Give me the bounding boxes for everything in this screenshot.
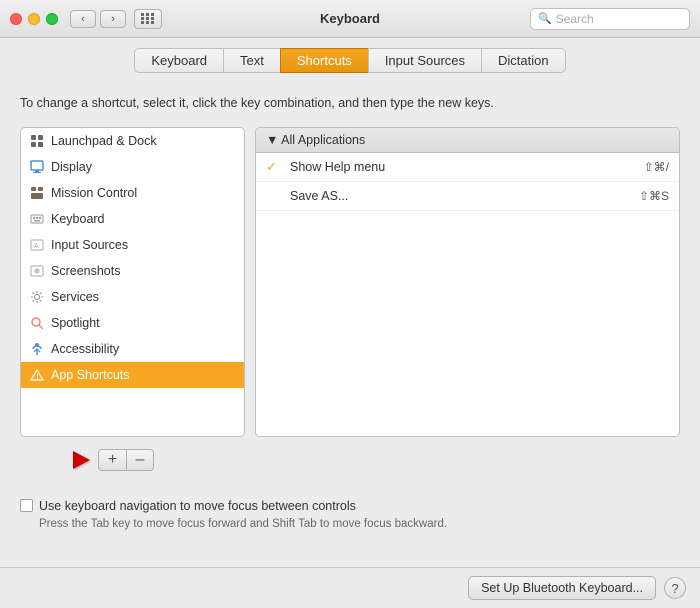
sidebar-item-app-shortcuts[interactable]: ! App Shortcuts bbox=[21, 362, 244, 388]
sidebar-label-services: Services bbox=[51, 290, 99, 304]
sidebar-item-spotlight[interactable]: Spotlight bbox=[21, 310, 244, 336]
sidebar-label-spotlight: Spotlight bbox=[51, 316, 100, 330]
help-button[interactable]: ? bbox=[664, 577, 686, 599]
search-placeholder: Search bbox=[556, 12, 594, 26]
shortcut-key-save-as: ⇧⌘S bbox=[639, 189, 669, 203]
shortcut-row-show-help[interactable]: ✓ Show Help menu ⇧⌘/ bbox=[256, 153, 679, 182]
search-box[interactable]: 🔍 Search bbox=[530, 8, 690, 30]
back-button[interactable]: ‹ bbox=[70, 10, 96, 28]
instruction-text: To change a shortcut, select it, click t… bbox=[20, 95, 680, 113]
sidebar-label-launchpad: Launchpad & Dock bbox=[51, 134, 157, 148]
helper-text: Press the Tab key to move focus forward … bbox=[39, 518, 680, 530]
maximize-button[interactable] bbox=[46, 13, 58, 25]
sidebar-item-keyboard[interactable]: Keyboard bbox=[21, 206, 244, 232]
bottom-bar: Set Up Bluetooth Keyboard... ? bbox=[0, 567, 700, 608]
keyboard-icon bbox=[29, 211, 45, 227]
minimize-button[interactable] bbox=[28, 13, 40, 25]
shortcut-label-save-as: Save AS... bbox=[290, 189, 639, 203]
sidebar-label-display: Display bbox=[51, 160, 92, 174]
sidebar-item-screenshots[interactable]: Screenshots bbox=[21, 258, 244, 284]
svg-text:!: ! bbox=[36, 374, 38, 381]
tab-shortcuts[interactable]: Shortcuts bbox=[280, 48, 368, 73]
warning-icon: ! bbox=[29, 367, 45, 383]
nav-buttons: ‹ › bbox=[70, 10, 126, 28]
grid-icon bbox=[29, 133, 45, 149]
search-icon: 🔍 bbox=[538, 12, 552, 25]
shortcut-key-show-help: ⇧⌘/ bbox=[644, 160, 669, 174]
accessibility-icon bbox=[29, 341, 45, 357]
tabbar: Keyboard Text Shortcuts Input Sources Di… bbox=[0, 38, 700, 81]
add-remove-buttons: + – bbox=[98, 449, 154, 471]
sidebar-label-app-shortcuts: App Shortcuts bbox=[51, 368, 130, 382]
bluetooth-button[interactable]: Set Up Bluetooth Keyboard... bbox=[468, 576, 656, 600]
tab-input-sources[interactable]: Input Sources bbox=[368, 48, 481, 73]
bottom-controls: + – bbox=[20, 445, 680, 475]
checkbox-row: Use keyboard navigation to move focus be… bbox=[20, 499, 680, 513]
footer: Use keyboard navigation to move focus be… bbox=[0, 485, 700, 540]
checkbox-label: Use keyboard navigation to move focus be… bbox=[39, 499, 356, 513]
tab-keyboard[interactable]: Keyboard bbox=[134, 48, 223, 73]
check-show-help: ✓ bbox=[266, 159, 282, 175]
red-arrow-icon bbox=[28, 445, 98, 475]
close-button[interactable] bbox=[10, 13, 22, 25]
grid-button[interactable] bbox=[134, 9, 162, 29]
sidebar-item-services[interactable]: Services bbox=[21, 284, 244, 310]
shortcut-label-show-help: Show Help menu bbox=[290, 160, 644, 174]
content-area: To change a shortcut, select it, click t… bbox=[0, 81, 700, 485]
tab-dictation[interactable]: Dictation bbox=[481, 48, 566, 73]
sidebar-label-screenshots: Screenshots bbox=[51, 264, 120, 278]
svg-text:A: A bbox=[34, 243, 39, 250]
titlebar: ‹ › Keyboard 🔍 Search bbox=[0, 0, 700, 38]
sidebar-item-input-sources[interactable]: A Input Sources bbox=[21, 232, 244, 258]
all-apps-header[interactable]: ▼ All Applications bbox=[256, 128, 679, 153]
main-panel: Launchpad & Dock Display bbox=[20, 127, 680, 437]
forward-button[interactable]: › bbox=[100, 10, 126, 28]
sidebar-label-accessibility: Accessibility bbox=[51, 342, 119, 356]
check-save-as: ✓ bbox=[266, 188, 282, 204]
input-icon: A bbox=[29, 237, 45, 253]
remove-shortcut-button[interactable]: – bbox=[126, 449, 154, 471]
keyboard-nav-checkbox[interactable] bbox=[20, 499, 33, 512]
shortcut-row-save-as[interactable]: ✓ Save AS... ⇧⌘S bbox=[256, 182, 679, 211]
sidebar-label-mission-control: Mission Control bbox=[51, 186, 137, 200]
window-title: Keyboard bbox=[320, 11, 380, 26]
right-panel: ▼ All Applications ✓ Show Help menu ⇧⌘/ … bbox=[255, 127, 680, 437]
sidebar-item-display[interactable]: Display bbox=[21, 154, 244, 180]
sidebar-label-input-sources: Input Sources bbox=[51, 238, 128, 252]
screenshot-icon bbox=[29, 263, 45, 279]
gear-icon bbox=[29, 289, 45, 305]
sidebar-list: Launchpad & Dock Display bbox=[20, 127, 245, 437]
tab-text[interactable]: Text bbox=[223, 48, 280, 73]
spotlight-icon bbox=[29, 315, 45, 331]
mission-icon bbox=[29, 185, 45, 201]
monitor-icon bbox=[29, 159, 45, 175]
sidebar-item-mission-control[interactable]: Mission Control bbox=[21, 180, 244, 206]
traffic-lights bbox=[10, 13, 58, 25]
sidebar-item-launchpad[interactable]: Launchpad & Dock bbox=[21, 128, 244, 154]
sidebar-item-accessibility[interactable]: Accessibility bbox=[21, 336, 244, 362]
sidebar-label-keyboard: Keyboard bbox=[51, 212, 105, 226]
all-apps-label: ▼ All Applications bbox=[266, 133, 365, 147]
add-shortcut-button[interactable]: + bbox=[98, 449, 126, 471]
